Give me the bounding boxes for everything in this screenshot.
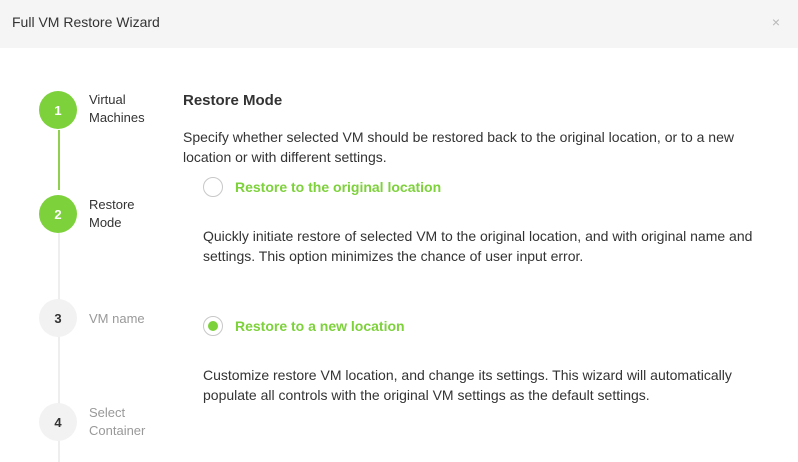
section-description: Specify whether selected VM should be re…	[183, 129, 734, 165]
restore-original-description: Quickly initiate restore of selected VM …	[203, 228, 753, 264]
step-2-circle[interactable]: 2	[39, 195, 77, 233]
restore-original-label[interactable]: Restore to the original location	[235, 179, 441, 195]
step-2-label[interactable]: Restore Mode	[89, 196, 169, 232]
close-icon[interactable]: ×	[772, 14, 780, 30]
step-1-label[interactable]: Virtual Machines	[89, 91, 169, 127]
step-4-label: Select Container	[89, 405, 146, 438]
restore-new-location-label[interactable]: Restore to a new location	[235, 318, 405, 334]
step-1-circle[interactable]: 1	[39, 91, 77, 129]
restore-new-location-radio[interactable]	[203, 316, 223, 336]
step-4-circle: 4	[39, 403, 77, 441]
restore-new-location-description: Customize restore VM location, and chang…	[203, 367, 732, 403]
dialog-title: Full VM Restore Wizard	[12, 14, 160, 30]
step-3-circle: 3	[39, 299, 77, 337]
step-3-label: VM name	[89, 311, 145, 326]
step-connector-completed	[58, 130, 60, 190]
restore-original-radio[interactable]	[203, 177, 223, 197]
section-heading: Restore Mode	[183, 92, 283, 109]
radio-selected-dot	[208, 321, 218, 331]
dialog-titlebar: Full VM Restore Wizard ×	[0, 0, 798, 48]
